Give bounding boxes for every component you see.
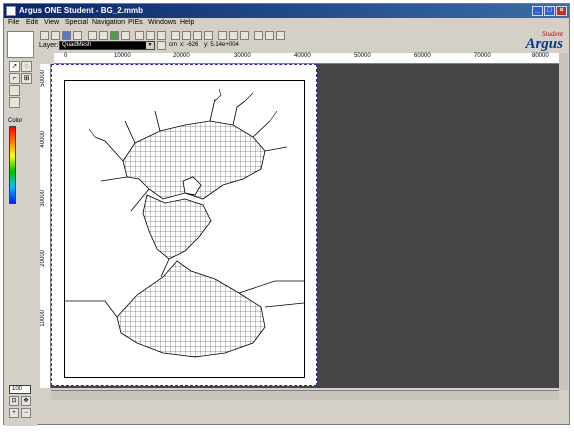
chevron-down-icon[interactable]: ▼	[146, 42, 154, 49]
title-bar: Argus ONE Student - BG_2.mmb _ □ ×	[4, 4, 569, 18]
binoculars-icon[interactable]	[88, 31, 97, 40]
ruler-tick: 20000	[40, 250, 46, 267]
open-file-icon[interactable]	[51, 31, 60, 40]
ruler-tick: 80000	[532, 53, 549, 59]
plot-frame	[64, 80, 305, 378]
menu-edit[interactable]: Edit	[26, 19, 38, 26]
node-icon[interactable]: ⊞	[21, 73, 32, 84]
draw-icon[interactable]: ⌐	[9, 73, 20, 84]
top-ruler: 0 10000 20000 30000 40000 50000 60000 70…	[54, 53, 559, 64]
argus-logo: Student Argus	[515, 30, 565, 52]
coord-y: y: 5.14e+004	[204, 42, 239, 48]
vertical-scrollbar[interactable]	[559, 53, 568, 390]
ruler-tick: 70000	[474, 53, 491, 59]
middle-channel-mesh	[142, 194, 212, 260]
pointer-icon[interactable]: ➚	[9, 61, 20, 72]
close-button[interactable]: ×	[556, 6, 567, 16]
layer-label: Layer:	[39, 42, 59, 49]
ruler-tick: 60000	[414, 53, 431, 59]
ruler-tick: 40000	[294, 53, 311, 59]
distribute-icon[interactable]	[229, 31, 238, 40]
table-icon[interactable]	[157, 31, 166, 40]
ruler-tick: 10000	[40, 310, 46, 327]
zoom-fit-icon[interactable]: ⊡	[9, 396, 19, 406]
app-window: Argus ONE Student - BG_2.mmb _ □ × File …	[3, 3, 570, 426]
coord-x: x: -626	[180, 42, 199, 48]
align-icon[interactable]	[218, 31, 227, 40]
new-file-icon[interactable]	[40, 31, 49, 40]
lower-bay-mesh	[116, 260, 266, 358]
menu-view[interactable]: View	[44, 19, 59, 26]
undo-icon[interactable]	[99, 31, 108, 40]
ruler-tick: 30000	[234, 53, 251, 59]
edit-icon[interactable]	[9, 97, 20, 108]
zoom-in-icon[interactable]: +	[9, 408, 19, 418]
menu-special[interactable]: Special	[65, 19, 88, 26]
color-scale-bar	[9, 126, 16, 204]
layers-icon[interactable]	[121, 31, 130, 40]
page-area	[51, 64, 317, 386]
mesh-drawing	[65, 88, 305, 358]
menu-bar: File Edit View Special Navigation PIEs W…	[4, 18, 569, 29]
coord-unit: cm	[169, 42, 177, 48]
contour-icon[interactable]	[182, 31, 191, 40]
lasso-icon[interactable]: ◌	[21, 61, 32, 72]
ruler-tick: 40000	[40, 131, 46, 148]
color-label: Color	[8, 118, 23, 124]
ruler-tick: 50000	[40, 70, 46, 87]
rotate-icon[interactable]	[240, 31, 249, 40]
ruler-tick: 30000	[40, 190, 46, 207]
help-icon[interactable]	[254, 31, 263, 40]
pan-icon[interactable]: ✥	[21, 396, 31, 406]
move-icon[interactable]	[9, 85, 20, 96]
ruler-tick: 50000	[354, 53, 371, 59]
tool-palette: ➚ ◌ ⌐ ⊞ Color 100 ⊡ ✥ + −	[4, 59, 37, 426]
left-ruler: 50000 40000 30000 20000 10000	[40, 64, 51, 388]
zoom-out-icon[interactable]: −	[21, 408, 31, 418]
toolbar: Layer: QuadMesh ▼ cm x: -626 y: 5.14e+00…	[4, 29, 569, 58]
maximize-button[interactable]: □	[544, 6, 555, 16]
logo-argus-text: Argus	[525, 36, 563, 52]
menu-navigation[interactable]: Navigation	[92, 19, 125, 26]
refresh-icon[interactable]	[110, 31, 119, 40]
app-icon	[6, 6, 16, 16]
layer-value: QuadMesh	[62, 42, 92, 48]
window-title: Argus ONE Student - BG_2.mmb	[19, 6, 144, 15]
horizontal-scrollbar[interactable]	[51, 390, 559, 400]
menu-file[interactable]: File	[8, 19, 19, 26]
minimize-button[interactable]: _	[532, 6, 543, 16]
save-icon[interactable]	[62, 31, 71, 40]
ruler-tick: 10000	[114, 53, 131, 59]
layer-select[interactable]: QuadMesh ▼	[59, 41, 155, 50]
menu-help[interactable]: Help	[180, 19, 194, 26]
ruler-tick: 20000	[173, 53, 190, 59]
drawing-canvas[interactable]	[51, 64, 559, 388]
menu-windows[interactable]: Windows	[148, 19, 176, 26]
menu-pies[interactable]: PIEs	[128, 19, 143, 26]
print-icon[interactable]	[73, 31, 82, 40]
ruler-tick: 0	[64, 53, 68, 59]
info-icon[interactable]	[276, 31, 285, 40]
color-icon[interactable]	[171, 31, 180, 40]
import-icon[interactable]	[193, 31, 202, 40]
zoom-field[interactable]: 100	[9, 385, 31, 394]
mesh-icon[interactable]	[146, 31, 155, 40]
layer-preview	[7, 31, 34, 58]
context-help-icon[interactable]	[265, 31, 274, 40]
layer-options-icon[interactable]	[157, 41, 166, 50]
grid-icon[interactable]	[135, 31, 144, 40]
export-icon[interactable]	[204, 31, 213, 40]
